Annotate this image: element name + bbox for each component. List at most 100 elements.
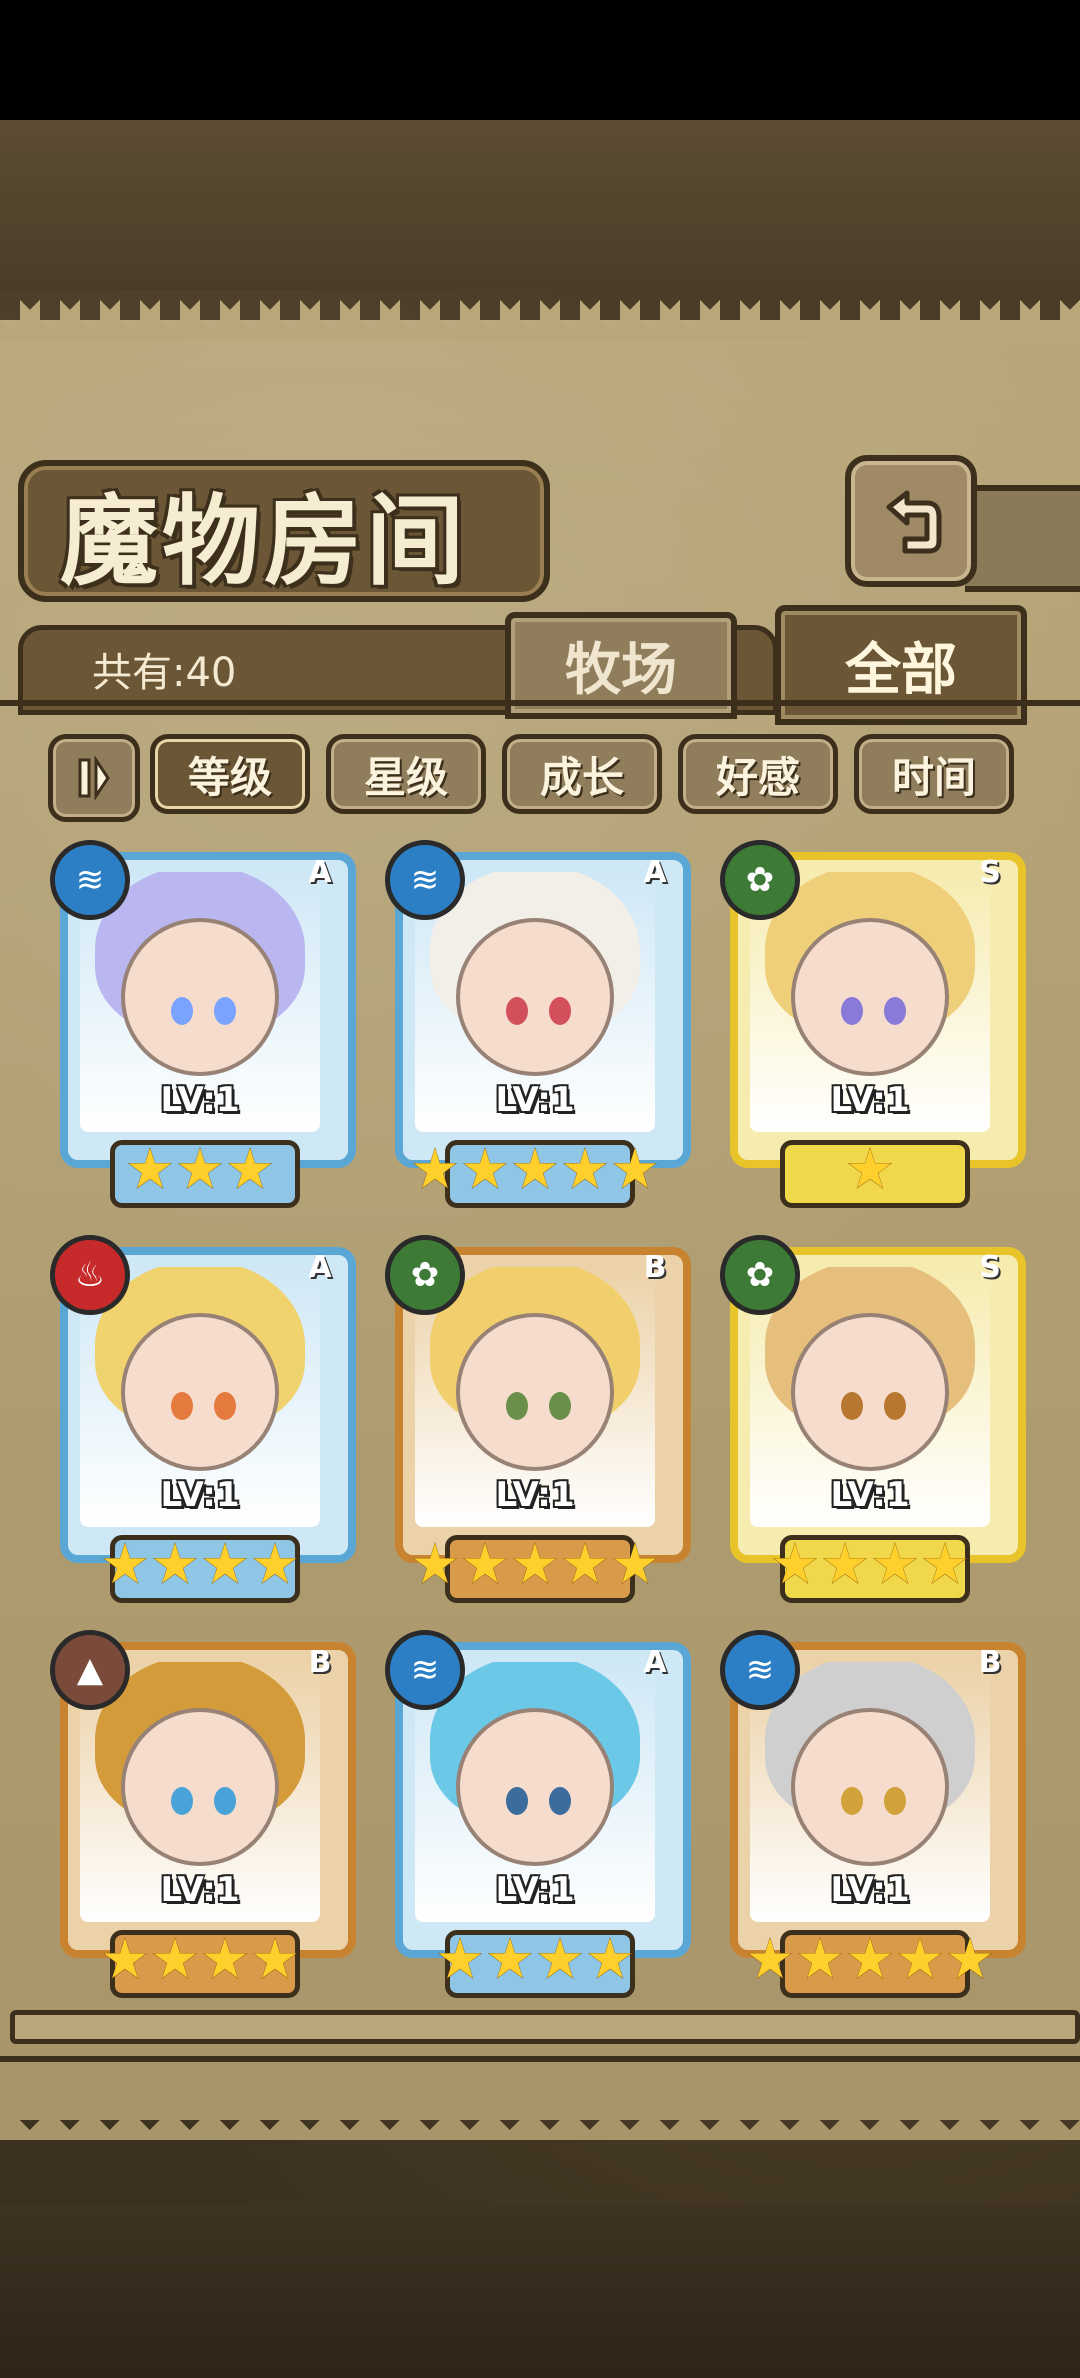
level-label: LV:1 [830,1475,910,1515]
monster-eye [506,1786,529,1815]
bottom-map-strip [0,2205,1080,2378]
back-button[interactable] [845,455,977,587]
star-fill [563,1148,607,1189]
rank-badge: S [979,854,1001,890]
monster-card[interactable]: ♨ A LV:1 [50,1235,356,1603]
monster-face [791,1312,949,1471]
list-bottom-rail [10,2010,1080,2044]
star-icon [152,1542,198,1584]
monster-card[interactable]: ▲ B LV:1 [50,1630,356,1998]
monster-card[interactable]: ✿ B LV:1 [385,1235,691,1603]
star-rating [720,1930,1020,1990]
star-icon [462,1147,508,1189]
star-fill [203,1938,247,1979]
star-icon [252,1542,298,1584]
sort-growth-button[interactable]: 成长 [502,734,662,814]
level-label: LV:1 [160,1080,240,1120]
monster-eye [841,1786,864,1815]
star-rating [385,1140,685,1200]
monster-eye [841,996,864,1025]
status-bar [0,0,1080,120]
star-fill [153,1543,197,1584]
monster-card[interactable]: ≋ A LV:1 [50,840,356,1208]
star-icon [437,1937,483,1979]
monster-face [456,1312,614,1471]
star-icon [847,1937,893,1979]
star-rating [720,1140,1020,1200]
monster-card[interactable]: ✿ S LV:1 [720,840,1026,1208]
star-icon [462,1542,508,1584]
star-icon [612,1542,658,1584]
star-rating [50,1535,350,1595]
star-icon [202,1542,248,1584]
monster-card[interactable]: ✿ S LV:1 [720,1235,1026,1603]
filter-order-toggle[interactable] [48,734,140,822]
star-fill [128,1148,172,1189]
star-icon [562,1147,608,1189]
monster-face [121,917,279,1076]
monster-face [791,917,949,1076]
rank-badge: A [308,854,332,890]
star-icon [797,1937,843,1979]
star-fill [103,1938,147,1979]
rank-badge: S [979,1249,1001,1285]
star-rating [385,1930,685,1990]
sort-star-button[interactable]: 星级 [326,734,486,814]
monster-card[interactable]: ≋ B LV:1 [720,1630,1026,1998]
monster-face [121,1312,279,1471]
star-rating [385,1535,685,1595]
star-icon [202,1937,248,1979]
star-fill [253,1543,297,1584]
star-fill [773,1543,817,1584]
sort-affection-button[interactable]: 好感 [678,734,838,814]
star-fill [463,1543,507,1584]
rank-badge: A [643,1644,667,1680]
level-label: LV:1 [160,1475,240,1515]
star-icon [102,1542,148,1584]
sort-time-button[interactable]: 时间 [854,734,1014,814]
star-fill [823,1543,867,1584]
monster-face [121,1707,279,1866]
water-element-icon: ≋ [385,840,465,920]
star-fill [178,1148,222,1189]
star-icon [102,1937,148,1979]
star-fill [253,1938,297,1979]
monster-eye [171,996,194,1025]
star-fill [153,1938,197,1979]
monster-eye [506,996,529,1025]
level-label: LV:1 [495,1870,575,1910]
earth-element-icon: ▲ [50,1630,130,1710]
back-arrow-icon [886,490,942,554]
fire-element-icon: ♨ [50,1235,130,1315]
rank-badge: A [308,1249,332,1285]
star-rating [720,1535,1020,1595]
star-icon [177,1147,223,1189]
star-fill [103,1543,147,1584]
star-icon [512,1542,558,1584]
star-rating [50,1930,350,1990]
star-fill [513,1543,557,1584]
level-label: LV:1 [830,1870,910,1910]
monster-face [456,1707,614,1866]
sort-level-button[interactable]: 等级 [150,734,310,814]
star-fill [613,1543,657,1584]
star-icon [562,1542,608,1584]
star-icon [922,1542,968,1584]
parchment-top-edge [0,300,1080,340]
monster-card[interactable]: ≋ A LV:1 [385,1630,691,1998]
star-icon [822,1542,868,1584]
level-label: LV:1 [830,1080,910,1120]
star-fill [588,1938,632,1979]
star-fill [228,1148,272,1189]
star-fill [848,1938,892,1979]
star-fill [413,1543,457,1584]
parchment-bottom-edge [0,2100,1080,2140]
page-title: 魔物房间 [60,484,469,599]
star-fill [203,1543,247,1584]
nature-element-icon: ✿ [385,1235,465,1315]
monster-count: 共有:40 [92,650,237,696]
star-rating [50,1140,350,1200]
monster-card[interactable]: ≋ A LV:1 [385,840,691,1208]
star-fill [798,1938,842,1979]
monster-face [456,917,614,1076]
